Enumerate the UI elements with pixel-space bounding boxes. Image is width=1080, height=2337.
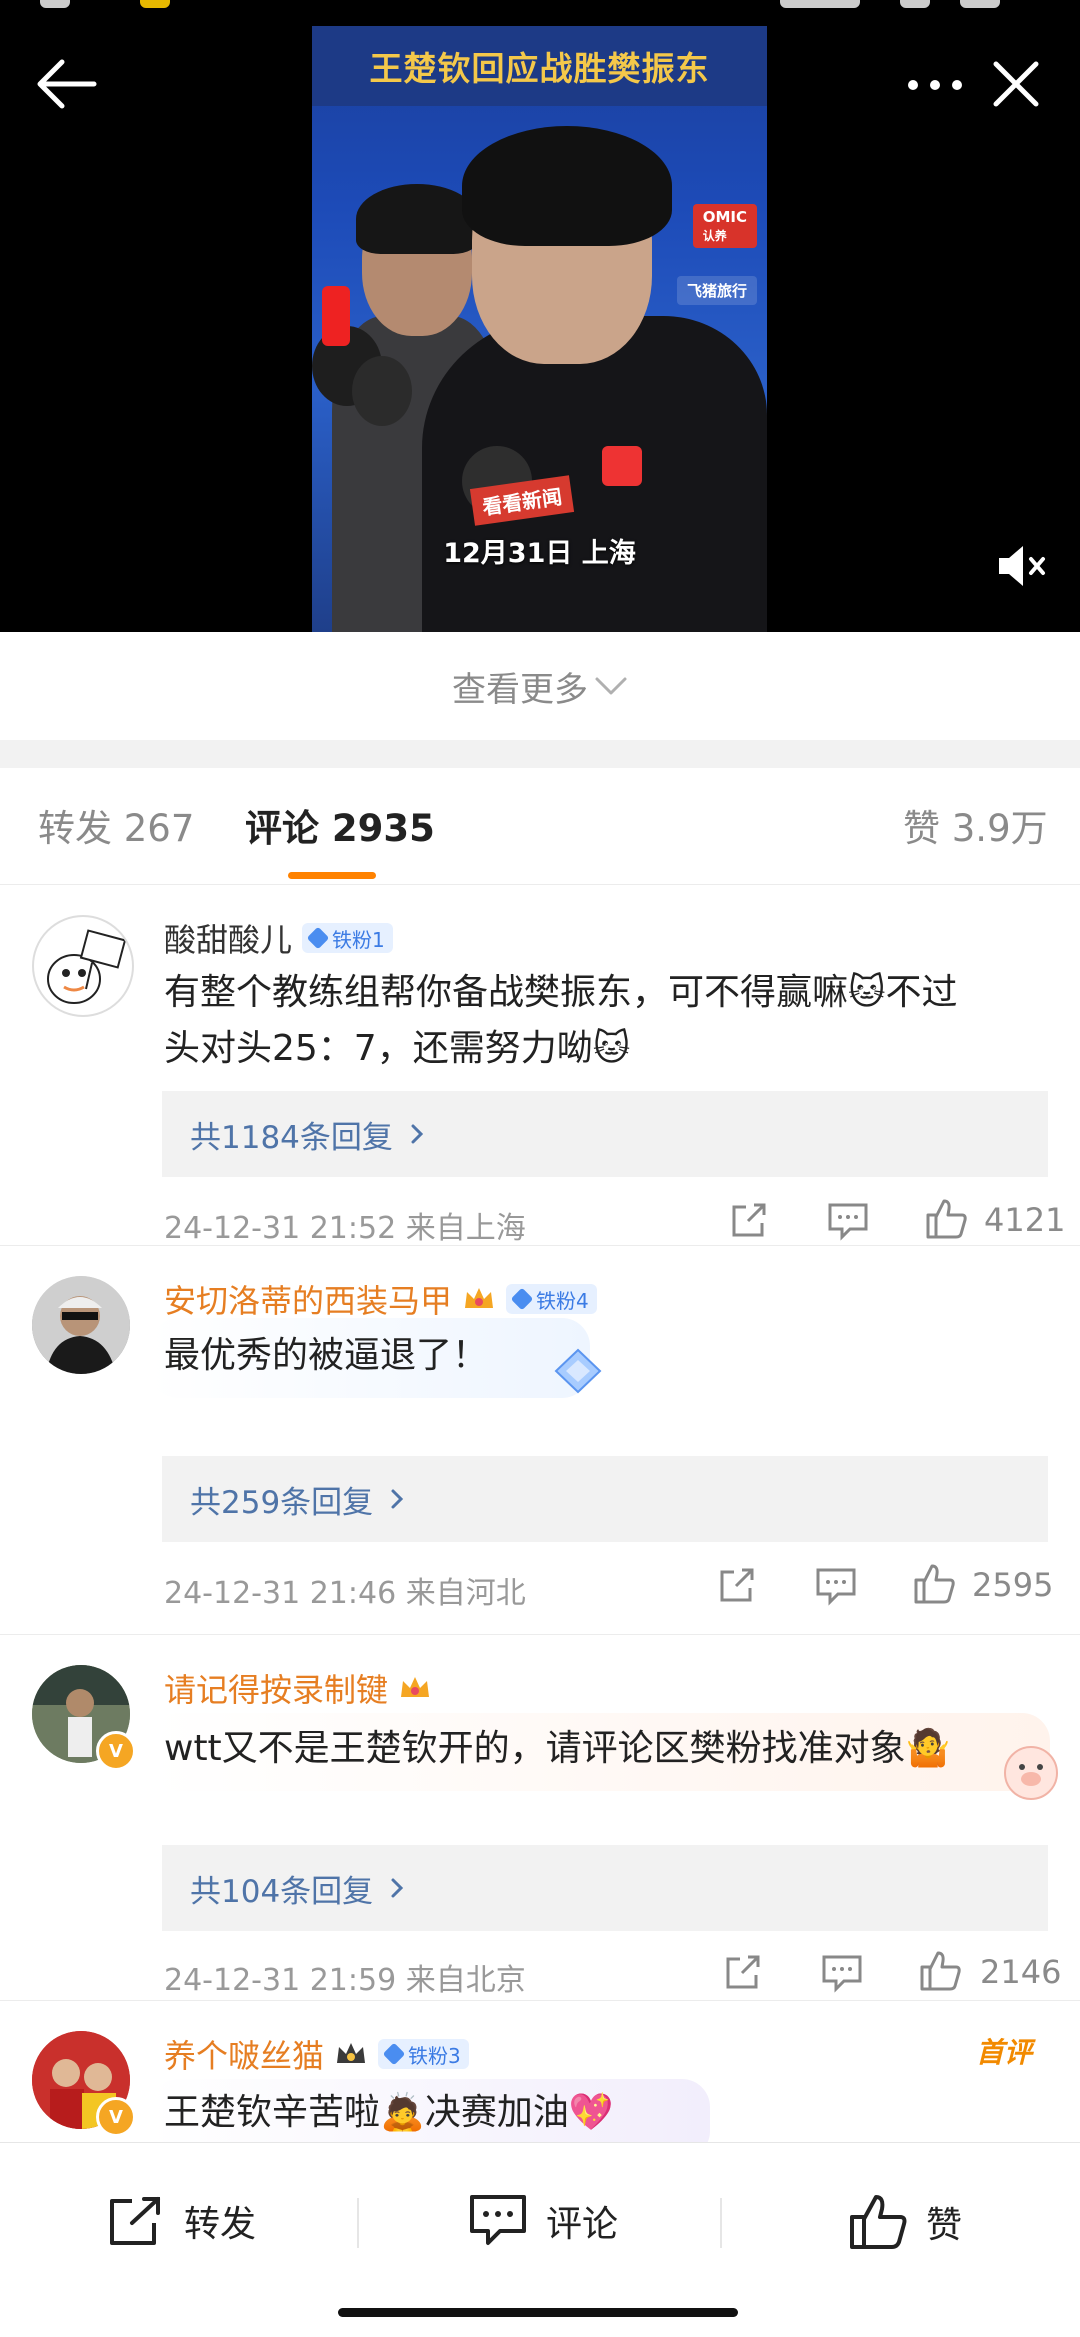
diamond-icon (554, 1348, 602, 1394)
like-icon[interactable] (918, 1949, 962, 1993)
comment-username[interactable]: 安切洛蒂的西装马甲 铁粉4 (164, 1276, 597, 1322)
like-count: 2595 (972, 1566, 1054, 1604)
chevron-right-icon (391, 1489, 404, 1509)
view-replies-button[interactable]: 共1184条回复 (162, 1091, 1048, 1177)
verified-badge-icon: V (96, 1731, 136, 1771)
interaction-tabs: 转发 267 评论 2935 赞 3.9万 (0, 768, 1080, 885)
comment-item: 酸甜酸儿 铁粉1 有整个教练组帮你备战樊振东，可不得赢嘛🐱不过 头对头25：7，… (0, 885, 1080, 1246)
repost-icon (110, 2197, 160, 2245)
mute-icon[interactable] (995, 542, 1049, 590)
close-icon[interactable] (990, 58, 1042, 110)
reply-icon[interactable] (814, 1566, 858, 1606)
sponsor-board-2: 飞猪旅行 (676, 276, 757, 305)
tab-like[interactable]: 赞 3.9万 (903, 798, 1048, 852)
comment-item: V 养个啵丝猫 铁粉3 首评 王楚钦辛苦啦🙇决赛加油💖 (0, 2001, 1080, 2142)
avatar[interactable] (32, 915, 134, 1017)
back-arrow-icon[interactable] (34, 56, 98, 112)
view-replies-button[interactable]: 共259条回复 (162, 1456, 1048, 1542)
fan-badge: 铁粉1 (302, 923, 393, 953)
like-count: 4121 (984, 1201, 1066, 1239)
share-icon[interactable] (716, 1566, 758, 1606)
tab-comment[interactable]: 评论 2935 (245, 798, 435, 852)
comment-text: 有整个教练组帮你备战樊振东，可不得赢嘛🐱不过 头对头25：7，还需努力呦🐱 (164, 972, 958, 1069)
vip-crown-icon (337, 2043, 366, 2063)
share-icon[interactable] (722, 1953, 764, 1993)
vip-crown-icon (465, 1288, 494, 1308)
active-tab-indicator (288, 872, 376, 879)
comment-text: wtt又不是王楚钦开的，请评论区樊粉找准对象🤷 (164, 1728, 951, 1769)
tab-repost[interactable]: 转发 267 (38, 798, 194, 852)
video-overlay-title: 王楚钦回应战胜樊振东 (312, 26, 767, 106)
like-count: 2146 (980, 1953, 1062, 1991)
vip-crown-icon (401, 1677, 430, 1697)
see-more-button[interactable]: 查看更多 (0, 632, 1080, 740)
status-bar (0, 0, 1080, 18)
video-frame[interactable]: 王楚钦回应战胜樊振东 OMIC 认养 飞猪旅行 看看新闻 12月31日 上海 (312, 26, 767, 632)
chevron-right-icon (411, 1124, 424, 1144)
first-comment-tag: 首评 (976, 2036, 1033, 2069)
comment-username[interactable]: 请记得按录制键 (164, 1665, 432, 1711)
like-icon[interactable] (912, 1562, 956, 1606)
chevron-down-icon (595, 677, 627, 695)
pig-sticker-icon (1004, 1746, 1058, 1800)
see-more-label: 查看更多 (452, 669, 588, 710)
home-indicator[interactable] (338, 2308, 738, 2317)
comment-button[interactable]: 评论 (468, 2193, 618, 2249)
sponsor-board: OMIC 认养 (692, 204, 757, 248)
like-icon[interactable] (924, 1197, 968, 1241)
more-options-icon[interactable] (905, 70, 965, 100)
share-icon[interactable] (728, 1201, 770, 1241)
thumbs-up-icon (850, 2195, 907, 2249)
verified-badge-icon: V (96, 2097, 136, 2137)
comment-meta: 24-12-31 21:59 来自北京 (164, 1963, 526, 1998)
fan-badge: 铁粉3 (378, 2039, 469, 2069)
comment-meta: 24-12-31 21:46 来自河北 (164, 1576, 526, 1611)
repost-button[interactable]: 转发 (106, 2193, 256, 2249)
fan-badge: 铁粉4 (506, 1284, 597, 1314)
comment-icon (470, 2195, 526, 2245)
bottom-action-bar: 转发 评论 赞 (0, 2142, 1080, 2303)
section-divider (0, 740, 1080, 768)
reply-icon[interactable] (820, 1953, 864, 1993)
video-date-caption: 12月31日 上海 (443, 538, 636, 569)
comment-meta: 24-12-31 21:52 来自上海 (164, 1211, 526, 1246)
comment-username[interactable]: 养个啵丝猫 铁粉3 (164, 2031, 469, 2077)
comment-text: 最优秀的被逼退了！ (164, 1335, 489, 1376)
reply-icon[interactable] (826, 1201, 870, 1241)
chevron-right-icon (391, 1878, 404, 1898)
comment-username[interactable]: 酸甜酸儿 铁粉1 (164, 915, 393, 961)
divider (357, 2198, 359, 2248)
comment-item: 安切洛蒂的西装马甲 铁粉4 最优秀的被逼退了！ 共259条回复 24-12-31… (0, 1246, 1080, 1635)
view-replies-button[interactable]: 共104条回复 (162, 1845, 1048, 1931)
like-button[interactable]: 赞 (848, 2193, 962, 2251)
video-player[interactable]: 王楚钦回应战胜樊振东 OMIC 认养 飞猪旅行 看看新闻 12月31日 上海 (0, 0, 1080, 632)
comment-text: 王楚钦辛苦啦🙇决赛加油💖 (164, 2092, 614, 2133)
comment-item: V 请记得按录制键 wtt又不是王楚钦开的，请评论区樊粉找准对象🤷 共104条回… (0, 1635, 1080, 2001)
divider (720, 2198, 722, 2248)
avatar[interactable] (32, 1276, 130, 1374)
